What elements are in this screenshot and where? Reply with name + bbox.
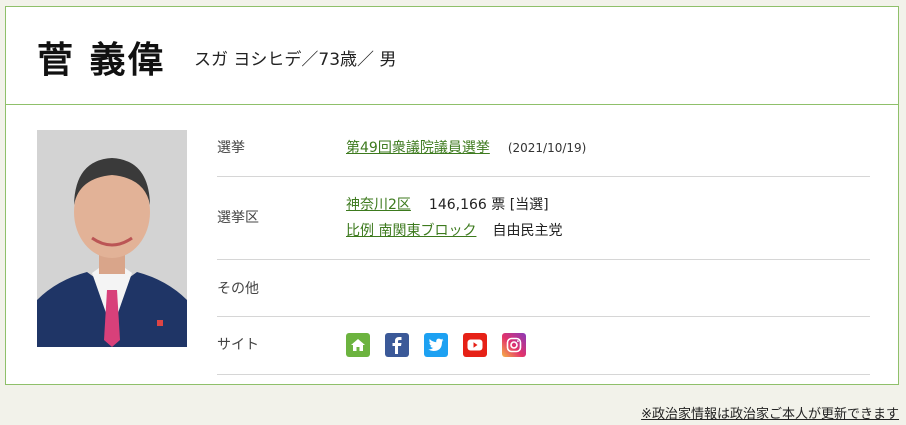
profile-card: 菅 義偉 スガ ヨシヒデ／73歳／ 男 選挙 第49回衆議院議員選挙 (2021/…	[5, 6, 899, 385]
instagram-icon[interactable]	[502, 333, 526, 357]
district-content: 神奈川2区 146,166 票 [当選] 比例 南関東ブロック 自由民主党	[346, 194, 562, 240]
self-update-note-link[interactable]: ※政治家情報は政治家ご本人が更新できます	[641, 403, 899, 422]
row-label-district: 選挙区	[217, 210, 259, 226]
row-site: サイト	[217, 317, 870, 375]
home-icon[interactable]	[346, 333, 370, 357]
vote-count: 146,166 票 [当選]	[428, 197, 549, 213]
election-content: 第49回衆議院議員選挙 (2021/10/19)	[346, 137, 586, 157]
election-date: (2021/10/19)	[507, 141, 587, 155]
party-name: 自由民主党	[492, 223, 563, 239]
youtube-icon[interactable]	[463, 333, 487, 357]
site-icons	[346, 333, 526, 357]
row-election: 選挙 第49回衆議院議員選挙 (2021/10/19)	[217, 118, 870, 177]
election-link[interactable]: 第49回衆議院議員選挙	[346, 140, 490, 156]
row-other: その他	[217, 260, 870, 317]
row-label-other: その他	[217, 281, 259, 297]
facebook-icon[interactable]	[385, 333, 409, 357]
profile-header: 菅 義偉 スガ ヨシヒデ／73歳／ 男	[6, 7, 898, 105]
row-district: 選挙区 神奈川2区 146,166 票 [当選] 比例 南関東ブロック 自由民主党	[217, 177, 870, 260]
profile-rows: 選挙 第49回衆議院議員選挙 (2021/10/19) 選挙区 神奈川2区 146,…	[217, 118, 870, 375]
politician-name: 菅 義偉	[37, 40, 166, 81]
row-label-election: 選挙	[217, 140, 245, 156]
kana-age-gender: スガ ヨシヒデ／73歳／ 男	[194, 50, 397, 70]
twitter-icon[interactable]	[424, 333, 448, 357]
proportional-block-link[interactable]: 比例 南関東ブロック	[346, 223, 476, 239]
politician-photo	[37, 130, 187, 347]
row-label-site: サイト	[217, 337, 259, 353]
district-link[interactable]: 神奈川2区	[346, 197, 411, 213]
